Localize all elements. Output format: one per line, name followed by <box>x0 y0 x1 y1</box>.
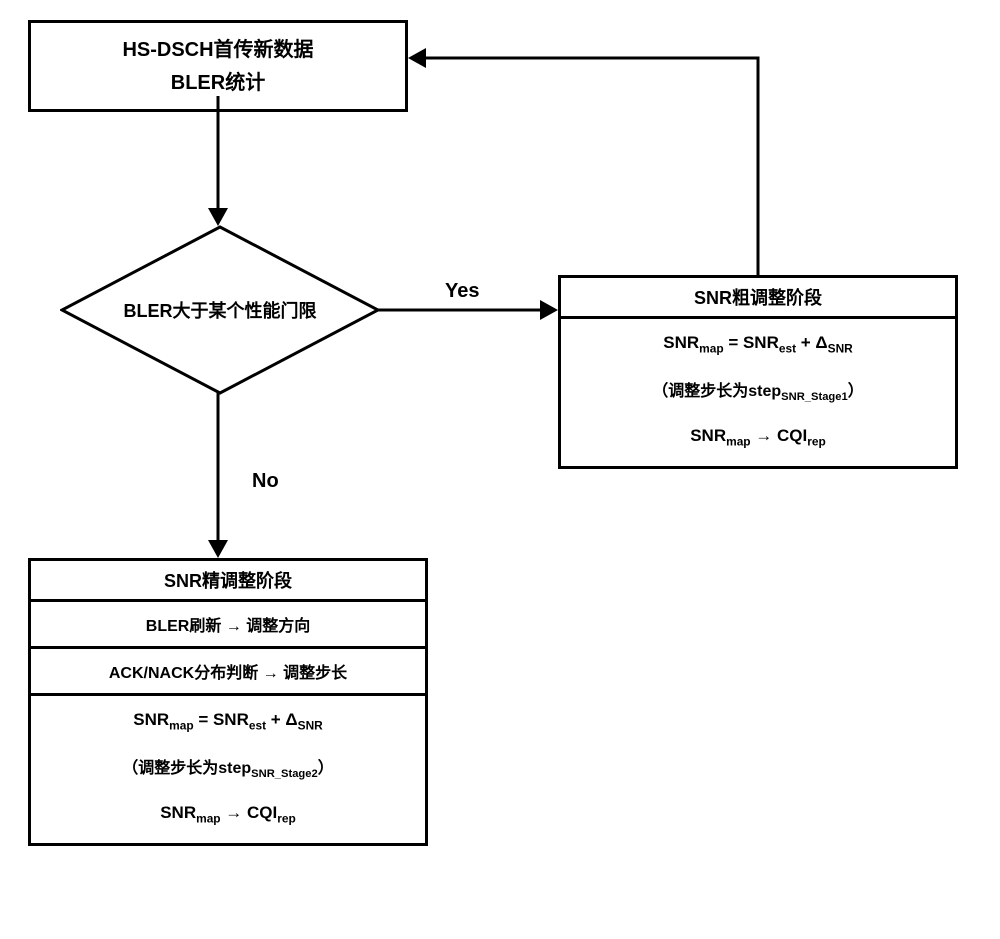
coarse-map: SNRmap → CQIrep <box>567 426 949 448</box>
node-coarse: SNR粗调整阶段 SNRmap = SNRest + ΔSNR （调整步长为st… <box>558 275 958 469</box>
label-no: No <box>252 470 279 493</box>
edge-decision-fine <box>216 393 220 558</box>
fine-row1: BLER刷新 → 调整方向 <box>31 602 425 649</box>
fine-formula: SNRmap = SNRest + ΔSNR <box>37 710 419 732</box>
fine-row2: ACK/NACK分布判断 → 调整步长 <box>31 649 425 696</box>
coarse-formula: SNRmap = SNRest + ΔSNR <box>567 333 949 355</box>
fine-title: SNR精调整阶段 <box>31 561 425 602</box>
start-line1: HS-DSCH首传新数据 <box>35 33 401 62</box>
coarse-title: SNR粗调整阶段 <box>561 278 955 319</box>
edge-start-decision <box>216 96 220 226</box>
coarse-step-note: （调整步长为stepSNR_Stage1） <box>567 377 949 403</box>
node-fine: SNR精调整阶段 BLER刷新 → 调整方向 ACK/NACK分布判断 → 调整… <box>28 558 428 846</box>
fine-map: SNRmap → CQIrep <box>37 803 419 825</box>
edge-decision-coarse <box>378 307 558 313</box>
decision-text: BLER大于某个性能门限 <box>124 297 317 323</box>
fine-step-note: （调整步长为stepSNR_Stage2） <box>37 754 419 780</box>
label-yes: Yes <box>445 280 479 303</box>
node-decision: BLER大于某个性能门限 <box>60 225 380 395</box>
edge-coarse-start <box>408 55 758 280</box>
start-line2: BLER统计 <box>35 66 401 95</box>
